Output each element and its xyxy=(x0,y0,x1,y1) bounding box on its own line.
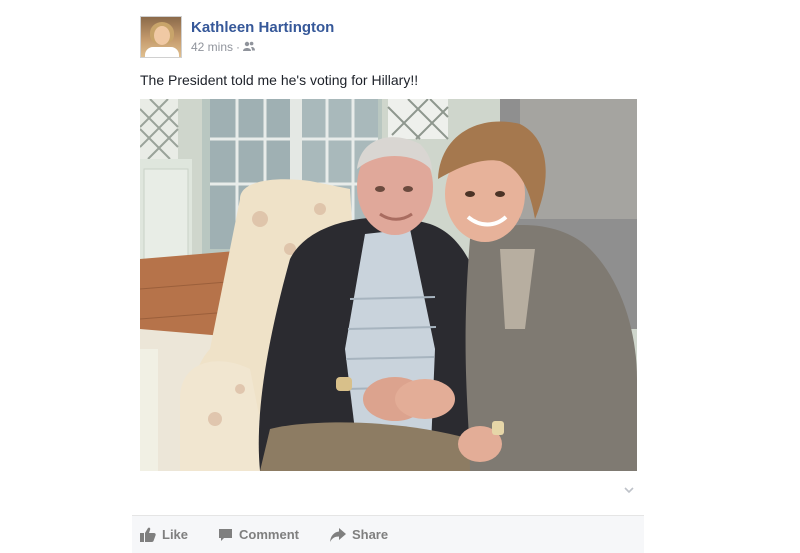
share-arrow-icon xyxy=(329,527,346,542)
speech-bubble-icon xyxy=(218,528,233,542)
post-meta: 42 mins · xyxy=(191,40,256,54)
share-label: Share xyxy=(351,527,389,542)
share-button[interactable]: Share xyxy=(329,516,389,553)
avatar-face xyxy=(154,26,170,45)
like-button[interactable]: Like xyxy=(140,516,188,553)
feed-post: Kathleen Hartington 42 mins · The Presid… xyxy=(0,0,800,553)
post-photo[interactable] xyxy=(140,99,637,471)
post-status-text: The President told me he's voting for Hi… xyxy=(140,72,419,88)
post-timestamp[interactable]: 42 mins xyxy=(191,40,233,54)
thumbs-up-icon xyxy=(140,527,156,542)
avatar-shirt xyxy=(145,47,179,57)
author-avatar[interactable] xyxy=(140,16,182,58)
comment-label: Comment xyxy=(239,527,299,542)
friends-icon[interactable] xyxy=(243,40,256,54)
post-action-bar: Like Comment Share xyxy=(132,516,644,553)
like-label: Like xyxy=(162,527,189,542)
comment-button[interactable]: Comment xyxy=(218,516,299,553)
author-name[interactable]: Kathleen Hartington xyxy=(191,19,334,36)
chevron-down-icon[interactable] xyxy=(622,483,636,497)
meta-separator: · xyxy=(236,40,241,54)
